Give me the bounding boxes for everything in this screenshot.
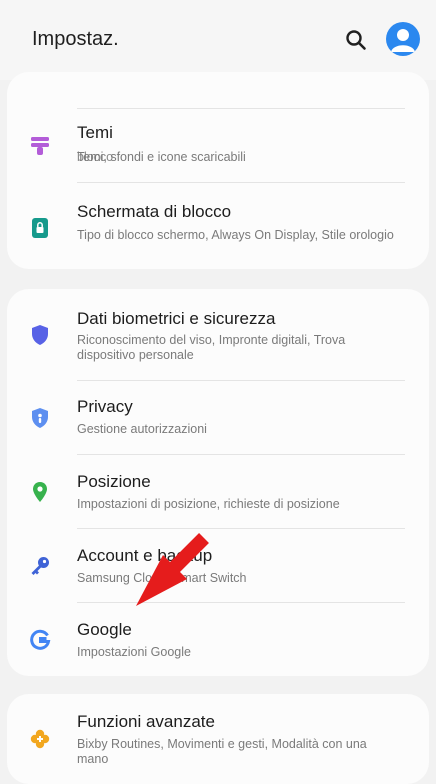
lock-screen-icon [28, 216, 52, 240]
google-icon [28, 628, 52, 652]
settings-item-subtitle: Temi, sfondi e icone scaricabili [77, 150, 246, 164]
settings-item-dati-biometrici[interactable]: Dati biometrici e sicurezza Riconoscimen… [7, 289, 429, 380]
settings-group-security: Dati biometrici e sicurezza Riconoscimen… [7, 289, 429, 676]
settings-item-account-e-backup[interactable]: Account e backup Samsung Cloud, Smart Sw… [7, 528, 429, 602]
settings-item-posizione[interactable]: Posizione Impostazioni di posizione, ric… [7, 454, 429, 528]
settings-item-subtitle: Tipo di blocco schermo, Always On Displa… [77, 228, 394, 242]
settings-item-subtitle: Riconoscimento del viso, Impronte digita… [77, 333, 346, 362]
settings-item-subtitle: Bixby Routines, Movimenti e gesti, Modal… [77, 737, 367, 766]
key-icon [28, 554, 52, 578]
settings-item-subtitle: Impostazioni di posizione, richieste di … [77, 497, 340, 511]
settings-item-title: Account e backup [77, 546, 213, 565]
advanced-features-icon [28, 727, 52, 751]
settings-item-title: Privacy [77, 397, 133, 416]
settings-item-title: Google [77, 620, 132, 639]
shield-icon [28, 323, 52, 347]
settings-item-subtitle: Samsung Cloud, Smart Switch [77, 571, 247, 585]
settings-item-title: Dati biometrici e sicurezza [77, 309, 276, 328]
themes-brush-icon [28, 134, 52, 158]
settings-item-temi[interactable]: Temi Temi, sfondi e icone scaricabili [7, 108, 429, 182]
settings-group-display: blocco Temi Temi, sfondi e icone scarica… [7, 72, 429, 269]
privacy-shield-icon [28, 406, 52, 430]
settings-item-title: Posizione [77, 472, 151, 491]
settings-item-title: Funzioni avanzate [77, 712, 215, 731]
page-title: Impostaz. [32, 28, 119, 50]
settings-item-privacy[interactable]: Privacy Gestione autorizzazioni [7, 380, 429, 454]
settings-item-schermata-di-blocco[interactable]: Schermata di blocco Tipo di blocco scher… [7, 182, 429, 269]
settings-item-title: Schermata di blocco [77, 202, 232, 221]
settings-item-google[interactable]: Google Impostazioni Google [7, 602, 429, 676]
app-header: Impostaz. [0, 0, 436, 80]
profile-avatar-icon[interactable] [386, 22, 420, 56]
search-icon[interactable] [344, 28, 368, 52]
settings-item-subtitle: Gestione autorizzazioni [77, 422, 207, 436]
location-pin-icon [28, 480, 52, 504]
settings-item-title: Temi [77, 123, 113, 142]
settings-item-subtitle: Impostazioni Google [77, 645, 191, 659]
